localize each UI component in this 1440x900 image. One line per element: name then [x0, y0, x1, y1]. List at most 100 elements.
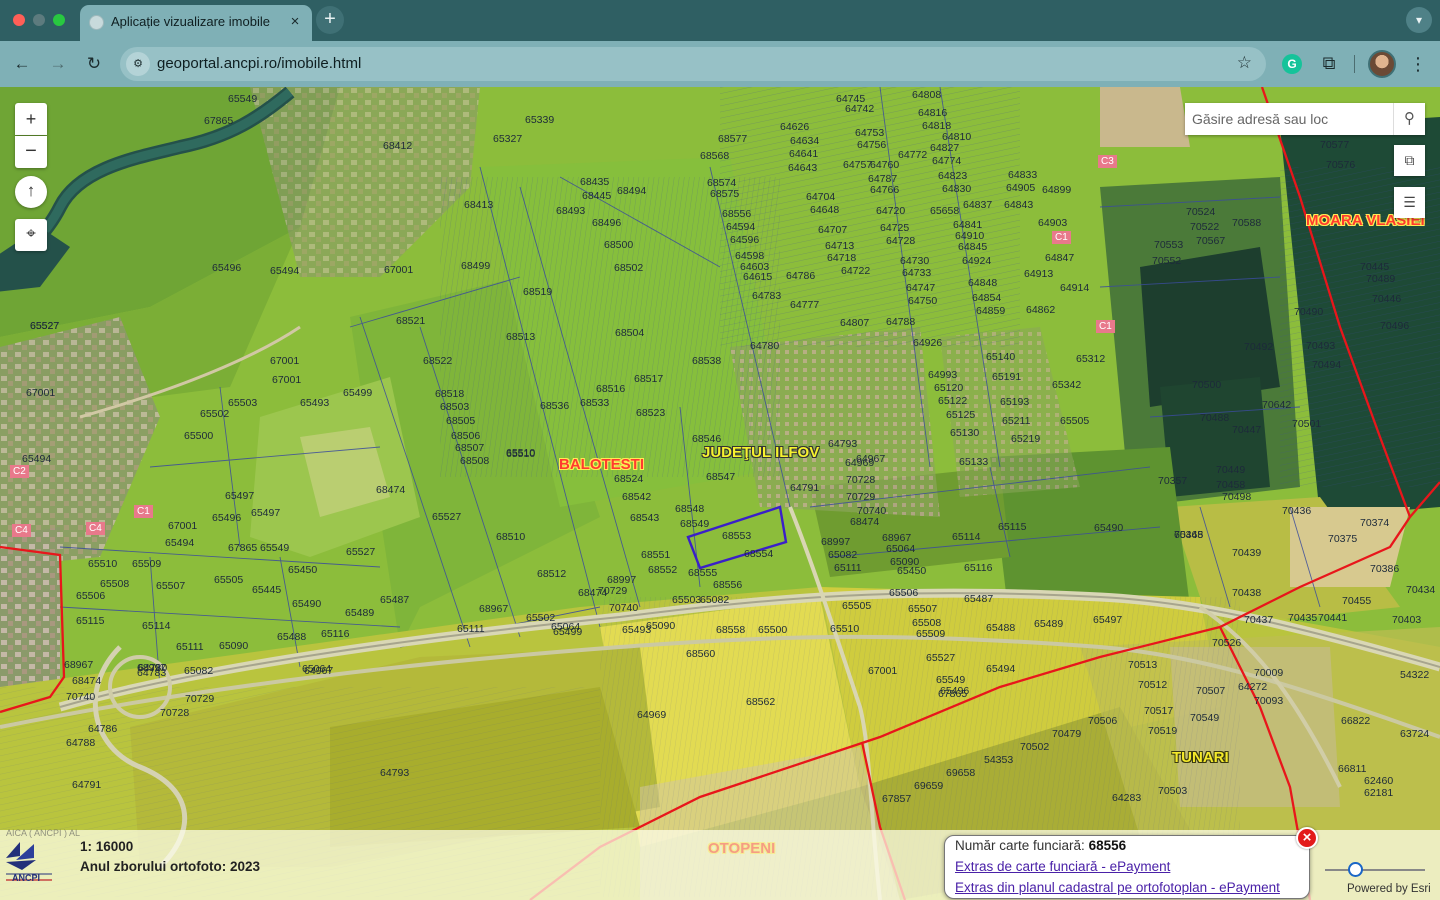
basemap-gallery-icon[interactable]: ⧉ [1394, 145, 1425, 176]
parcel-label: 65658 [930, 205, 960, 217]
parcel-label: 64707 [818, 224, 848, 236]
new-tab-button[interactable]: + [316, 6, 344, 34]
parcel-label: 65327 [493, 133, 523, 145]
parcel-label: 64272 [1238, 681, 1268, 693]
map-view[interactable]: 65549 67865 65339 65327 68412 68413 6843… [0, 87, 1440, 900]
browser-tab-active[interactable]: Aplicație vizualizare imobile × [80, 5, 312, 41]
parcel-label: 65502 [200, 408, 230, 420]
address-bar[interactable]: ⚙ geoportal.ancpi.ro/imobile.html ☆ [120, 47, 1266, 81]
parcel-label: 64641 [789, 148, 819, 160]
bookmark-star-icon[interactable]: ☆ [1237, 53, 1252, 73]
parcel-label: 65503 [672, 594, 702, 606]
parcel-label: 70494 [1312, 359, 1342, 371]
parcel-label: 68507 [455, 442, 485, 454]
parcel-label: 64615 [743, 271, 773, 283]
logo-text: ANCPI [12, 873, 41, 883]
parcel-label: 65450 [897, 565, 927, 577]
back-arrow-icon[interactable]: ← [9, 51, 35, 77]
building-label: C4 [12, 524, 31, 537]
popup-cf-number: 68556 [1088, 838, 1127, 853]
browser-menu-icon[interactable]: ⋮ [1406, 51, 1430, 77]
parcel-label: 64843 [1004, 199, 1034, 211]
reload-icon[interactable]: ↻ [81, 51, 107, 77]
parcel-label: 65114 [142, 620, 171, 632]
window-minimize-button[interactable] [33, 14, 45, 26]
parcel-label: 70513 [1128, 659, 1158, 671]
parcel-label: 70740 [609, 602, 639, 614]
compass-north-icon[interactable]: ↑ [15, 176, 47, 208]
parcel-label: 64725 [880, 222, 910, 234]
parcel-label: 68474 [850, 516, 880, 528]
parcel-label: 65116 [964, 562, 993, 574]
place-label-judetul-ilfov: JUDEŢUL ILFOV [702, 444, 820, 461]
parcel-label: 64648 [810, 204, 840, 216]
search-icon[interactable]: ⚲ [1393, 103, 1425, 135]
parcel-label: 65494 [986, 663, 1016, 675]
layer-list-icon[interactable]: ☰ [1394, 187, 1425, 218]
parcel-label: 65120 [934, 382, 964, 394]
site-settings-icon[interactable]: ⚙ [126, 52, 150, 76]
parcel-label: 64847 [1045, 252, 1075, 264]
parcel-label: 65494 [165, 537, 195, 549]
parcel-label: 68517 [634, 373, 664, 385]
parcel-label: 64733 [902, 267, 932, 279]
opacity-slider-track[interactable] [1325, 869, 1425, 871]
parcel-label: 70458 [1216, 479, 1246, 491]
extras-cf-link[interactable]: Extras de carte funciară - ePayment [955, 859, 1170, 874]
parcel-label: 68413 [464, 199, 494, 211]
window-close-button[interactable] [13, 14, 25, 26]
address-search-input[interactable] [1185, 103, 1392, 135]
zoom-out-button[interactable]: − [15, 136, 47, 168]
parcel-label: 65191 [992, 371, 1022, 383]
parcel-label: 65111 [834, 562, 862, 574]
parcel-label: 70441 [1318, 612, 1348, 624]
popup-close-icon[interactable]: × [1296, 827, 1318, 849]
parcel-label: 65549 [260, 542, 290, 554]
parcel-label: 70368 [1174, 529, 1204, 541]
tab-close-icon[interactable]: × [286, 13, 304, 31]
zoom-in-button[interactable]: + [15, 103, 47, 135]
parcel-label: 68543 [630, 512, 660, 524]
parcel-label: 70501 [1292, 418, 1322, 430]
parcel-label: 70492 [1244, 341, 1274, 353]
parcel-label: 68556 [713, 579, 743, 591]
parcel-label: 65549 [228, 93, 258, 105]
parcel-label: 70552 [1152, 255, 1182, 267]
url-text[interactable]: geoportal.ancpi.ro/imobile.html [157, 55, 361, 72]
parcel-label: 64788 [886, 316, 916, 328]
extras-plan-link[interactable]: Extras din planul cadastral pe ortofotop… [955, 880, 1280, 895]
parcel-label: 70512 [1138, 679, 1168, 691]
parcel-label: 67001 [384, 264, 414, 276]
parcel-label: 64993 [928, 369, 958, 381]
parcel-label: 68556 [722, 208, 752, 220]
forward-arrow-icon[interactable]: → [45, 51, 71, 77]
grammarly-extension-icon[interactable]: G [1282, 54, 1302, 74]
parcel-label: 65497 [251, 507, 281, 519]
toolbar-separator [1354, 55, 1355, 73]
parcel-label: 65527 [346, 546, 376, 558]
opacity-slider-thumb[interactable] [1348, 862, 1363, 877]
parcel-label: 68554 [744, 548, 774, 560]
parcel-label: 65342 [1052, 379, 1082, 391]
map-scale: 1: 16000 [80, 839, 134, 854]
parcel-label: 65496 [212, 512, 242, 524]
parcel-label: 64833 [1008, 169, 1038, 181]
parcel-label: 69659 [914, 780, 944, 792]
parcel-label: 64913 [1024, 268, 1054, 280]
parcel-label: 70496 [1380, 320, 1410, 332]
parcel-label: 64780 [138, 662, 168, 674]
building-label: C1 [1096, 320, 1115, 333]
parcel-label: 70093 [1254, 695, 1284, 707]
window-zoom-button[interactable] [53, 14, 65, 26]
locate-crosshair-icon[interactable]: ⌖ [15, 219, 47, 251]
parcel-label: 68504 [615, 327, 645, 339]
parcel-label: 68552 [648, 564, 678, 576]
extensions-puzzle-icon[interactable]: ⧉ [1318, 52, 1340, 74]
parcel-label: 67865 [204, 115, 234, 127]
parcel-label: 64722 [841, 265, 871, 277]
profile-avatar[interactable] [1368, 50, 1396, 78]
parcel-label: 64777 [790, 299, 820, 311]
tab-search-chevron-icon[interactable]: ▾ [1406, 7, 1432, 33]
parcel-label: 65527 [926, 652, 956, 664]
parcel-label: 64626 [780, 121, 810, 133]
